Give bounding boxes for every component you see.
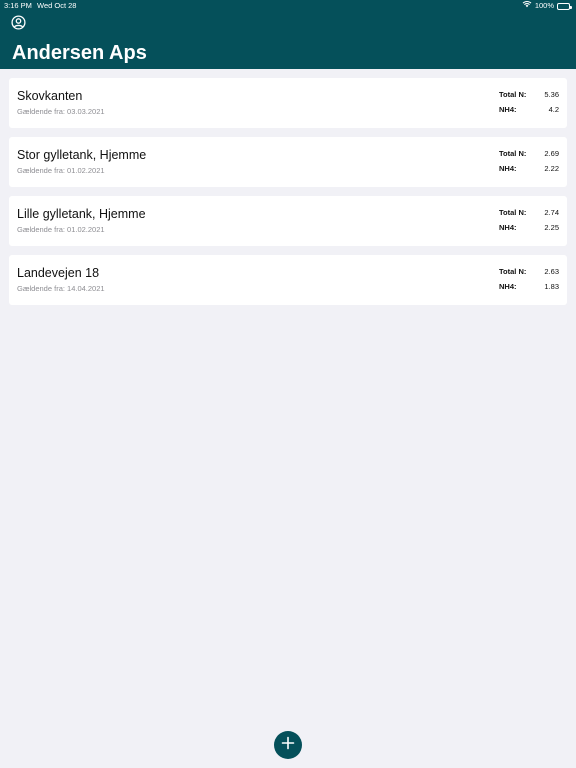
nh4-label: NH4:	[499, 223, 517, 232]
storage-card[interactable]: Skovkanten Gældende fra: 03.03.2021 Tota…	[9, 78, 567, 128]
nh4-row: NH4: 2.25	[499, 223, 559, 233]
total-n-value: 2.74	[544, 208, 559, 217]
nh4-row: NH4: 1.83	[499, 282, 559, 292]
total-n-row: Total N: 2.69	[499, 149, 559, 159]
add-storage-button[interactable]	[274, 731, 302, 759]
app: 3:16 PM Wed Oct 28 100% Andersen Aps Sko…	[0, 0, 576, 768]
nh4-value: 2.22	[544, 164, 559, 173]
storage-name: Stor gylletank, Hjemme	[17, 148, 147, 162]
storage-name: Lille gylletank, Hjemme	[17, 207, 146, 221]
wifi-icon	[522, 0, 532, 12]
storage-card[interactable]: Stor gylletank, Hjemme Gældende fra: 01.…	[9, 137, 567, 187]
status-time: 3:16 PM	[4, 1, 32, 10]
storage-valid-from: Gældende fra: 03.03.2021	[17, 107, 105, 116]
storage-card[interactable]: Lille gylletank, Hjemme Gældende fra: 01…	[9, 196, 567, 246]
storage-valid-from: Gældende fra: 01.02.2021	[17, 166, 105, 175]
total-n-row: Total N: 2.74	[499, 208, 559, 218]
page-title: Andersen Aps	[12, 42, 147, 64]
status-right: 100%	[522, 0, 572, 12]
storage-valid-from: Gældende fra: 01.02.2021	[17, 225, 105, 234]
total-n-label: Total N:	[499, 267, 527, 276]
nh4-label: NH4:	[499, 282, 517, 291]
total-n-row: Total N: 2.63	[499, 267, 559, 277]
status-bar: 3:16 PM Wed Oct 28 100%	[0, 0, 576, 12]
nh4-label: NH4:	[499, 164, 517, 173]
nh4-row: NH4: 4.2	[499, 105, 559, 115]
storage-list: Skovkanten Gældende fra: 03.03.2021 Tota…	[9, 78, 567, 314]
person-circle-icon	[11, 14, 26, 35]
battery-icon	[557, 2, 572, 10]
nh4-value: 4.2	[548, 105, 559, 114]
nh4-value: 2.25	[544, 223, 559, 232]
storage-name: Skovkanten	[17, 89, 83, 103]
storage-name: Landevejen 18	[17, 266, 100, 280]
nh4-label: NH4:	[499, 105, 517, 114]
nh4-value: 1.83	[544, 282, 559, 291]
plus-icon	[281, 736, 295, 755]
header: 3:16 PM Wed Oct 28 100% Andersen Aps	[0, 0, 576, 69]
total-n-row: Total N: 5.36	[499, 90, 559, 100]
status-date: Wed Oct 28	[37, 1, 77, 10]
battery-percent: 100%	[534, 1, 554, 10]
total-n-value: 2.63	[544, 267, 559, 276]
profile-button[interactable]	[11, 14, 26, 35]
storage-valid-from: Gældende fra: 14.04.2021	[17, 284, 105, 293]
storage-card[interactable]: Landevejen 18 Gældende fra: 14.04.2021 T…	[9, 255, 567, 305]
total-n-label: Total N:	[499, 90, 527, 99]
total-n-value: 5.36	[544, 90, 559, 99]
total-n-label: Total N:	[499, 149, 527, 158]
nh4-row: NH4: 2.22	[499, 164, 559, 174]
total-n-label: Total N:	[499, 208, 527, 217]
total-n-value: 2.69	[544, 149, 559, 158]
